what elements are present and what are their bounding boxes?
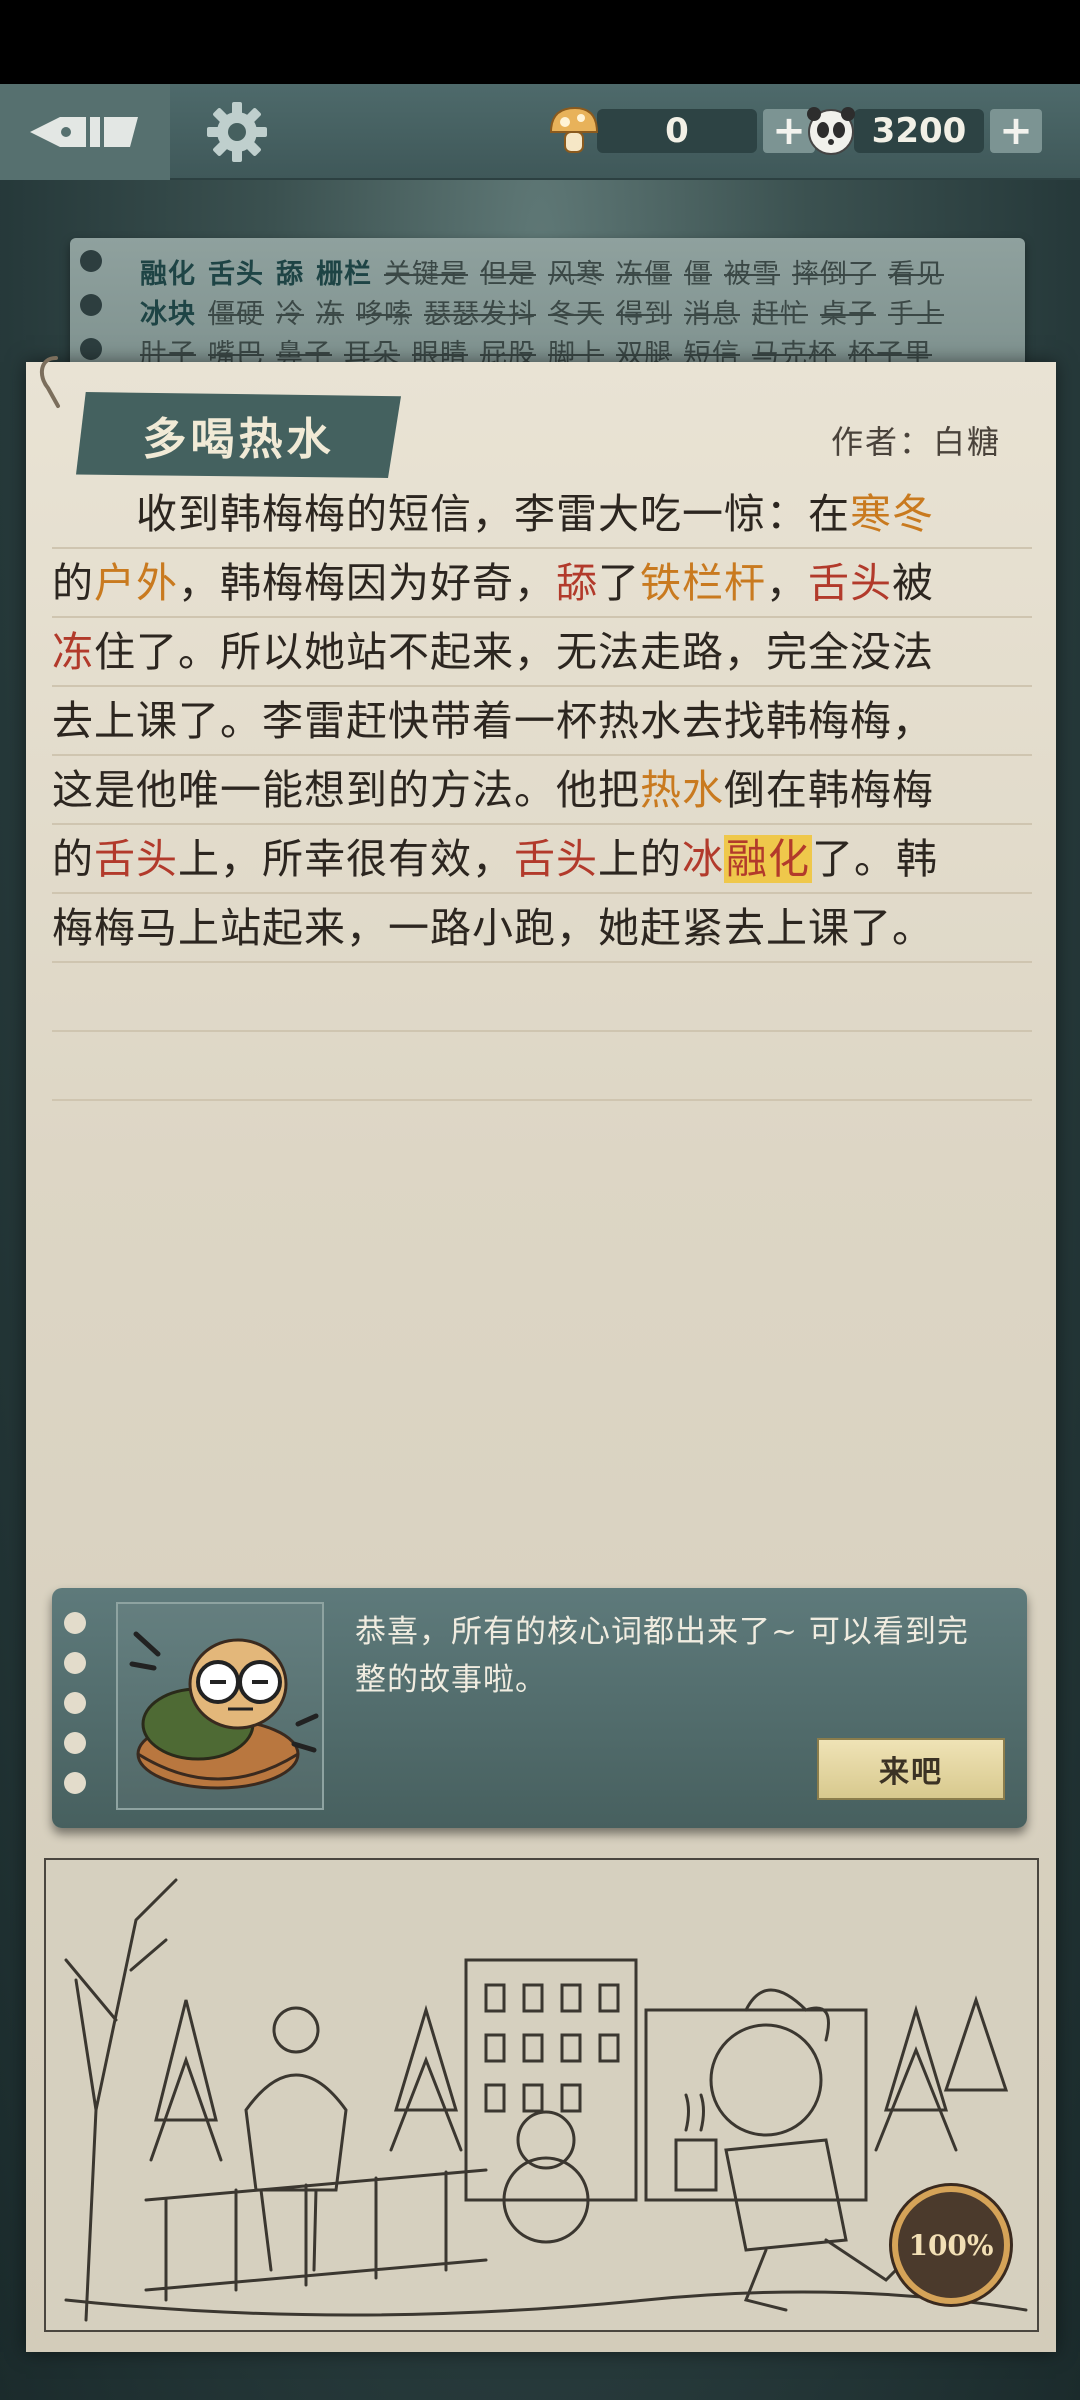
status-bar	[0, 0, 1080, 84]
keyword-item: 风寒	[548, 259, 604, 290]
story-text-segment: ，韩梅梅因为好奇，	[178, 559, 556, 607]
binder-holes	[80, 250, 110, 378]
story-keyword[interactable]: 舔	[556, 559, 598, 607]
mushroom-coin-icon	[549, 106, 599, 153]
story-author: 作者：白糖	[830, 423, 1001, 461]
story-empty-line	[52, 1032, 1032, 1101]
winter-scene-sketch-icon	[64, 1878, 1028, 2322]
story-text-segment: 上，所幸很有效，	[178, 835, 514, 883]
story-text-segment: 住了。所以她站不起来，无法走路，完全没法	[94, 628, 934, 676]
story-text-segment: 去上课了。李雷赶快带着一杯热水去找韩梅梅，	[52, 697, 934, 745]
keyword-item: 得到	[616, 299, 672, 330]
keyword-item: 哆嗦	[356, 299, 412, 330]
keyword-item: 瑟瑟发抖	[424, 299, 536, 330]
keyword-item: 冷	[276, 299, 304, 330]
story-text-segment: ，	[766, 559, 808, 607]
keyword-item: 看见	[888, 259, 944, 290]
lets-go-button[interactable]: 来吧	[817, 1738, 1005, 1800]
story-text-segment: 梅梅马上站起来，一路小跑，她赶紧去上课了。	[52, 904, 934, 952]
story-keyword[interactable]: 冰	[682, 835, 724, 883]
story-line: 的户外，韩梅梅因为好奇，舔了铁栏杆，舌头被	[52, 549, 1032, 618]
keyword-item: 冰块	[140, 299, 196, 330]
mushroom-currency: 0 +	[545, 104, 815, 158]
add-panda-button[interactable]: +	[990, 108, 1042, 154]
paper-pin-icon	[39, 356, 60, 408]
story-keyword[interactable]: 舌头	[514, 835, 598, 883]
story-paper: 多喝热水 作者：白糖 收到韩梅梅的短信，李雷大吃一惊：在寒冬 的户外，韩梅梅因为好…	[26, 356, 1056, 2352]
keyword-item: 舌头	[208, 259, 264, 290]
story-keyword[interactable]: 融化	[724, 835, 812, 883]
keyword-item: 舔	[276, 259, 304, 290]
progress-badge[interactable]: 100%	[892, 2186, 1010, 2304]
story-keyword[interactable]: 户外	[94, 559, 178, 607]
gear-icon	[207, 102, 267, 162]
fountain-pen-back-icon	[30, 117, 138, 147]
story-keyword[interactable]: 舌头	[94, 835, 178, 883]
story-text-segment: 的	[52, 559, 94, 607]
mushroom-count: 0	[597, 109, 757, 153]
settings-button[interactable]	[205, 100, 269, 164]
story-text-segment: 的	[52, 835, 94, 883]
story-text-segment: 收到韩梅梅的短信，李雷大吃一惊：在	[52, 490, 850, 538]
story-line: 收到韩梅梅的短信，李雷大吃一惊：在寒冬	[52, 480, 1032, 549]
story-keyword[interactable]: 热水	[640, 766, 724, 814]
keyword-item: 关键是	[384, 259, 468, 290]
story-empty-line	[52, 963, 1032, 1032]
story-line: 的舌头上，所幸很有效，舌头上的冰融化了。韩	[52, 825, 1032, 894]
story-keyword[interactable]: 舌头	[808, 559, 892, 607]
keyword-card: 融化 舌头舔栅栏 关键是 但是 风寒 冻僵僵被雪 摔倒了 看见 冰块 僵硬冷冻哆嗦 瑟瑟发抖 冬天 得到…	[70, 238, 1025, 378]
keyword-item: 栅栏	[316, 259, 372, 290]
keyword-item: 赶忙	[752, 299, 808, 330]
keyword-item: 消息	[684, 299, 740, 330]
story-text-segment: 倒在韩梅梅	[724, 766, 934, 814]
banner-message: 恭喜，所有的核心词都出来了~ 可以看到完整的故事啦。	[355, 1614, 969, 1698]
keyword-row: 冰块 僵硬冷冻哆嗦 瑟瑟发抖 冬天 得到 消息 赶忙 桌子 手上	[140, 292, 956, 331]
keyword-item: 桌子	[820, 299, 876, 330]
panda-coin-icon	[807, 107, 855, 155]
keyword-item: 被雪	[724, 259, 780, 290]
keyword-item: 僵	[684, 259, 712, 290]
story-text-segment: 这是他唯一能想到的方法。他把	[52, 766, 640, 814]
keyword-item: 融化	[140, 259, 196, 290]
back-button[interactable]	[0, 84, 170, 180]
keyword-item: 手上	[888, 299, 944, 330]
keyword-item: 冻僵	[616, 259, 672, 290]
story-text-segment: 了	[598, 559, 640, 607]
story-line: 去上课了。李雷赶快带着一杯热水去找韩梅梅，	[52, 687, 1032, 756]
mascot-avatar	[116, 1602, 324, 1810]
story-keyword[interactable]: 冻	[52, 628, 94, 676]
story-keyword[interactable]: 铁栏杆	[640, 559, 766, 607]
story-text-segment: 上的	[598, 835, 682, 883]
keyword-item: 摔倒了	[792, 259, 876, 290]
turtle-mascot-icon	[129, 1631, 319, 1790]
story-title: 多喝热水	[142, 414, 335, 465]
panda-count: 3200	[854, 109, 984, 153]
banner-holes	[64, 1612, 86, 1812]
story-line: 梅梅马上站起来，一路小跑，她赶紧去上课了。	[52, 894, 1032, 963]
story-text-segment: 了。韩	[812, 835, 938, 883]
story-title-tag: 多喝热水	[76, 392, 401, 478]
keyword-row: 融化 舌头舔栅栏 关键是 但是 风寒 冻僵僵被雪 摔倒了 看见	[140, 252, 956, 291]
keyword-item: 僵硬	[208, 299, 264, 330]
story-line: 冻住了。所以她站不起来，无法走路，完全没法	[52, 618, 1032, 687]
keyword-item: 冻	[316, 299, 344, 330]
keyword-item: 但是	[480, 259, 536, 290]
story-text-segment: 被	[892, 559, 934, 607]
story-illustration	[44, 1858, 1039, 2332]
completion-banner: 恭喜，所有的核心词都出来了~ 可以看到完整的故事啦。 来吧	[52, 1588, 1027, 1828]
story-line: 这是他唯一能想到的方法。他把热水倒在韩梅梅	[52, 756, 1032, 825]
top-bar: 0 + 3200 +	[0, 84, 1080, 180]
keyword-item: 冬天	[548, 299, 604, 330]
story-text: 收到韩梅梅的短信，李雷大吃一惊：在寒冬 的户外，韩梅梅因为好奇，舔了铁栏杆，舌头被…	[52, 480, 1032, 1101]
story-keyword[interactable]: 寒冬	[850, 490, 934, 538]
panda-currency: 3200 +	[802, 104, 1042, 158]
